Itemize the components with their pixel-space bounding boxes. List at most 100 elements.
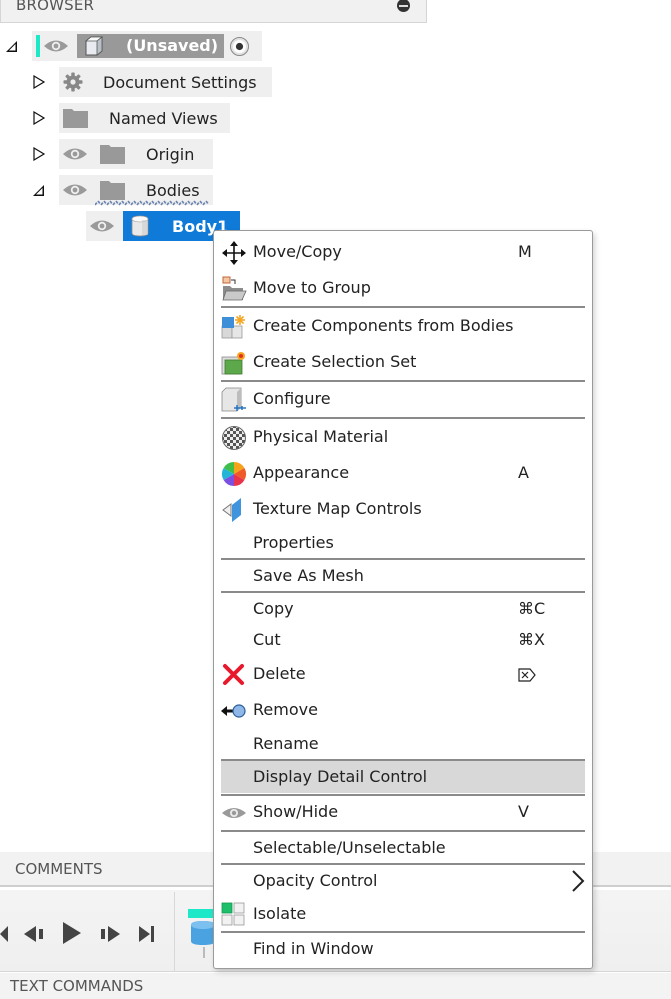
timeline-marker[interactable] xyxy=(188,909,213,918)
eye-icon[interactable] xyxy=(89,218,115,234)
menu-separator xyxy=(221,306,585,308)
folder-icon xyxy=(63,109,88,128)
menu-item-remove[interactable]: Remove xyxy=(221,694,585,727)
tree-node-document-settings[interactable]: Document Settings xyxy=(0,67,280,97)
tree-node-label: Origin xyxy=(146,145,195,164)
step-back-icon[interactable] xyxy=(24,924,46,944)
menu-item-find-in-window[interactable]: Find in Window xyxy=(221,933,585,966)
menu-item-cut[interactable]: Cut ⌘X xyxy=(221,624,585,657)
text-commands-panel-header[interactable]: TEXT COMMANDS xyxy=(0,973,671,999)
go-to-start-icon[interactable] xyxy=(0,924,10,944)
collapsed-triangle-icon[interactable] xyxy=(32,75,46,89)
active-indicator xyxy=(36,35,40,57)
menu-item-label: Save As Mesh xyxy=(253,566,364,585)
move-arrows-icon xyxy=(222,241,246,265)
expanded-triangle-icon[interactable] xyxy=(5,40,19,54)
tree-node-bodies[interactable]: Bodies xyxy=(0,175,220,206)
delete-x-icon xyxy=(223,664,244,685)
menu-item-appearance[interactable]: Appearance A xyxy=(221,457,585,490)
menu-item-label: Delete xyxy=(253,664,306,683)
browser-title: BROWSER xyxy=(16,0,95,14)
selection-set-icon xyxy=(221,352,245,375)
activate-radio-icon[interactable] xyxy=(229,36,250,57)
configure-icon xyxy=(221,387,246,412)
menu-item-label: Show/Hide xyxy=(253,802,339,821)
menu-item-selectable-unselectable[interactable]: Selectable/Unselectable xyxy=(221,832,585,865)
remove-icon xyxy=(221,704,246,718)
menu-item-move-to-group[interactable]: Move to Group xyxy=(221,272,585,305)
menu-item-shortcut: A xyxy=(518,463,529,482)
physical-material-icon xyxy=(222,426,246,450)
browser-collapse-button[interactable] xyxy=(397,0,410,12)
menu-item-label: Create Components from Bodies xyxy=(253,316,514,335)
menu-item-label: Display Detail Control xyxy=(253,767,428,786)
create-components-icon xyxy=(221,315,245,339)
tree-node-label: Bodies xyxy=(146,181,200,200)
text-commands-title: TEXT COMMANDS xyxy=(10,977,144,995)
folder-icon xyxy=(100,145,125,164)
menu-item-display-detail-control[interactable]: Display Detail Control xyxy=(221,761,585,793)
menu-item-move-copy[interactable]: Move/Copy M xyxy=(221,236,585,269)
menu-item-copy[interactable]: Copy ⌘C xyxy=(221,593,585,626)
isolate-icon xyxy=(221,902,245,926)
step-forward-icon[interactable] xyxy=(99,924,121,944)
context-menu: Move/Copy M Move to Group Create Compone… xyxy=(213,230,593,969)
menu-item-label: Selectable/Unselectable xyxy=(253,838,446,857)
menu-item-label: Opacity Control xyxy=(253,871,378,890)
menu-item-label: Move/Copy xyxy=(253,242,342,261)
play-icon[interactable] xyxy=(62,922,82,944)
menu-item-shortcut: V xyxy=(518,802,529,821)
collapsed-triangle-icon[interactable] xyxy=(32,147,46,161)
eye-icon xyxy=(222,808,246,818)
menu-item-texture-map-controls[interactable]: Texture Map Controls xyxy=(221,493,585,526)
menu-item-shortcut: M xyxy=(518,242,532,261)
menu-item-rename[interactable]: Rename xyxy=(221,728,585,761)
comments-title: COMMENTS xyxy=(15,860,103,878)
menu-item-label: Physical Material xyxy=(253,427,389,446)
browser-panel-header: BROWSER xyxy=(0,0,427,23)
menu-item-properties[interactable]: Properties xyxy=(221,527,585,560)
expanded-triangle-icon[interactable] xyxy=(32,184,46,198)
eye-icon[interactable] xyxy=(43,38,69,54)
go-to-end-icon[interactable] xyxy=(138,924,156,944)
menu-separator xyxy=(221,380,585,382)
eye-icon[interactable] xyxy=(62,146,88,162)
tree-node-named-views[interactable]: Named Views xyxy=(0,103,240,133)
tree-node-origin[interactable]: Origin xyxy=(0,139,220,169)
menu-item-label: Properties xyxy=(253,533,334,552)
menu-item-delete[interactable]: Delete xyxy=(221,658,585,691)
menu-separator xyxy=(221,417,585,419)
collapsed-triangle-icon[interactable] xyxy=(32,111,46,125)
menu-item-show-hide[interactable]: Show/Hide V xyxy=(221,796,585,829)
menu-item-create-components-from-bodies[interactable]: Create Components from Bodies xyxy=(221,310,585,343)
menu-item-configure[interactable]: Configure xyxy=(221,383,585,416)
submenu-chevron-right-icon xyxy=(572,870,585,892)
eye-icon[interactable] xyxy=(62,182,88,198)
tree-node-label: Named Views xyxy=(109,109,218,128)
tree-node-label: Document Settings xyxy=(103,73,257,92)
menu-item-label: Configure xyxy=(253,389,331,408)
tree-node-root[interactable]: (Unsaved) xyxy=(0,31,270,61)
appearance-color-wheel-icon xyxy=(221,462,247,486)
menu-item-label: Cut xyxy=(253,630,281,649)
dashed-underline-indicator xyxy=(95,200,210,206)
menu-item-create-selection-set[interactable]: Create Selection Set xyxy=(221,346,585,379)
menu-item-label: Find in Window xyxy=(253,939,374,958)
menu-item-label: Remove xyxy=(253,700,318,719)
gear-icon xyxy=(63,72,83,92)
menu-item-label: Isolate xyxy=(253,904,307,923)
body-cylinder-icon xyxy=(131,215,149,237)
folder-icon xyxy=(100,181,125,200)
tree-node-body1[interactable]: Body1 xyxy=(0,211,245,241)
menu-item-label: Create Selection Set xyxy=(253,352,417,371)
menu-item-shortcut: ⌘X xyxy=(518,630,545,649)
texture-map-icon xyxy=(222,498,241,522)
menu-item-isolate[interactable]: Isolate xyxy=(221,898,585,931)
menu-item-label: Appearance xyxy=(253,463,350,482)
menu-item-label: Move to Group xyxy=(253,278,371,297)
menu-item-label: Rename xyxy=(253,734,319,753)
component-cube-icon xyxy=(84,36,104,56)
menu-item-opacity-control[interactable]: Opacity Control xyxy=(221,865,585,898)
menu-item-physical-material[interactable]: Physical Material xyxy=(221,421,585,454)
menu-item-save-as-mesh[interactable]: Save As Mesh xyxy=(221,560,585,593)
